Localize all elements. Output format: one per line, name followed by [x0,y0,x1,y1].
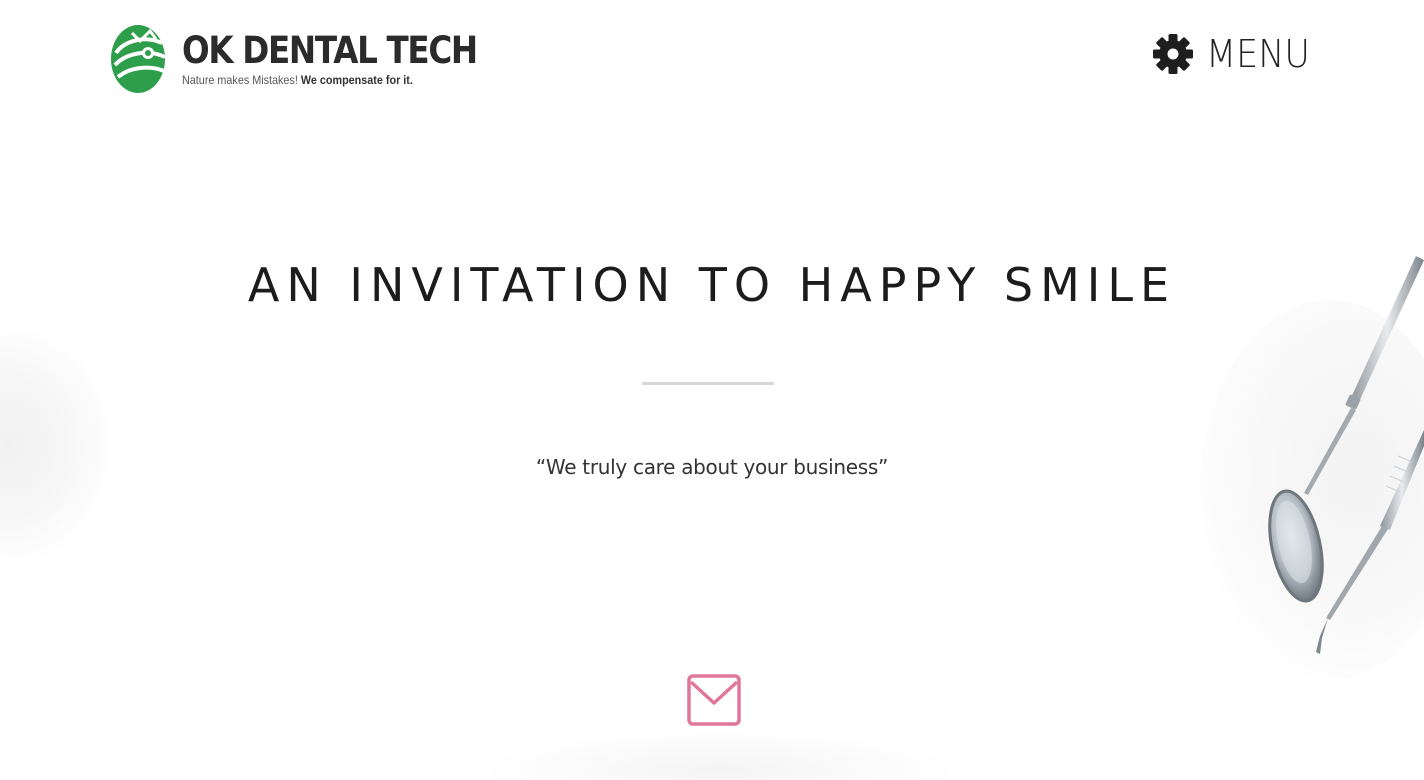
ok-dental-logo-icon [111,25,166,93]
logo-link[interactable]: OK DENTAL TECH Nature makes Mistakes! We… [110,22,517,96]
contact-mail-button[interactable] [686,672,742,728]
hero-title: AN INVITATION TO HAPPY SMILE [247,258,1177,312]
logo-tagline-regular: Nature makes Mistakes! [182,73,298,87]
gear-icon [1153,34,1193,74]
background-shape-left [0,330,110,560]
dental-instruments-icon [1268,256,1424,654]
logo-tagline-bold: We compensate for it. [300,73,413,87]
mail-icon [687,674,741,726]
logo-title: OK DENTAL TECH [182,29,478,72]
logo-text: OK DENTAL TECH Nature makes Mistakes! We… [182,29,517,88]
menu-label: MENU [1206,32,1311,76]
logo-tagline: Nature makes Mistakes! We compensate for… [182,73,484,87]
background-shape-bottom [480,730,960,780]
menu-button[interactable]: MENU [1152,24,1319,84]
hero-subtitle: “We truly care about your business” [535,455,889,479]
hero-divider [642,382,774,385]
background [0,0,1424,780]
